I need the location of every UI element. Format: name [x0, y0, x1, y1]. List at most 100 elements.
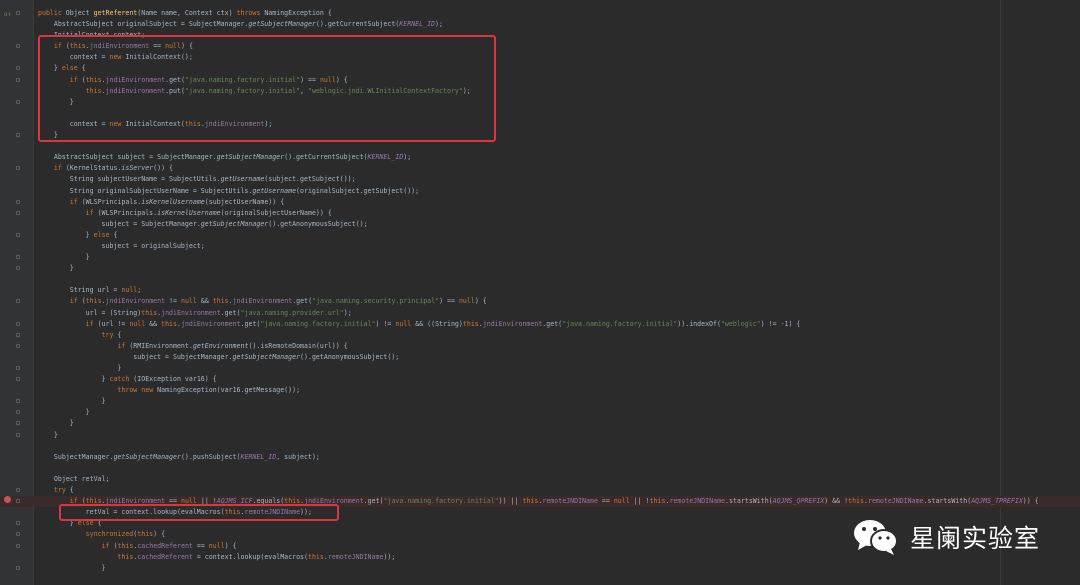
code-editor[interactable]: public Object getReferent(Name name, Con… — [0, 8, 1080, 574]
fold-marker-icon[interactable] — [16, 521, 20, 526]
code-line[interactable]: } catch (IOException var16) { — [0, 374, 1080, 385]
code-line-text: SubjectManager.getSubjectManager().pushS… — [38, 452, 320, 461]
code-line[interactable]: String originalSubjectUserName = Subject… — [0, 186, 1080, 197]
watermark: 星阑实验室 — [852, 515, 1040, 559]
code-line[interactable] — [0, 141, 1080, 152]
fold-marker-icon[interactable] — [16, 366, 20, 370]
code-line[interactable]: if (this.jndiEnvironment != null && this… — [0, 296, 1080, 307]
code-line[interactable] — [0, 274, 1080, 285]
code-line[interactable]: context = new InitialContext(); — [0, 52, 1080, 63]
code-line[interactable]: if (url != null && this.jndiEnvironment.… — [0, 319, 1080, 330]
fold-marker-icon[interactable] — [16, 488, 20, 493]
fold-marker-icon[interactable] — [16, 321, 20, 326]
code-line[interactable]: } — [0, 130, 1080, 141]
code-line-text: String originalSubjectUserName = Subject… — [38, 186, 420, 195]
fold-marker-icon[interactable] — [16, 432, 20, 437]
code-line-text: if (this.jndiEnvironment != null && this… — [69, 297, 487, 306]
code-line[interactable]: AbstractSubject originalSubject = Subjec… — [0, 19, 1080, 30]
code-line-text: if (WLSPrincipals.isKernelUsername(subje… — [69, 197, 285, 206]
fold-marker-icon[interactable] — [16, 499, 20, 504]
code-line[interactable]: String subjectUserName = SubjectUtils.ge… — [0, 174, 1080, 185]
code-line[interactable]: } — [0, 363, 1080, 374]
code-line[interactable]: } else { — [0, 230, 1080, 241]
code-line[interactable]: subject = SubjectManager.getSubjectManag… — [0, 219, 1080, 230]
fold-marker-icon[interactable] — [16, 543, 20, 548]
code-line[interactable]: } else { — [0, 63, 1080, 74]
code-line[interactable]: if (this.jndiEnvironment == null) { — [0, 41, 1080, 52]
code-line[interactable]: try { — [0, 330, 1080, 341]
fold-marker-icon[interactable] — [16, 11, 20, 15]
code-line-text: } else { — [38, 64, 86, 73]
code-line[interactable]: SubjectManager.getSubjectManager().pushS… — [0, 452, 1080, 463]
fold-marker-icon[interactable] — [16, 210, 20, 215]
code-line-text: } — [38, 430, 58, 439]
code-line[interactable]: if (KernelStatus.isServer()) { — [0, 163, 1080, 174]
code-line-text: retVal = context.lookup(evalMacros(this.… — [38, 508, 312, 517]
code-line-text: subject = originalSubject; — [38, 241, 205, 250]
fold-marker-icon[interactable] — [16, 266, 20, 271]
code-line[interactable]: Object retVal; — [0, 474, 1080, 485]
fold-marker-icon[interactable] — [16, 166, 20, 171]
code-line-text: if (this.jndiEnvironment.get("java.namin… — [69, 75, 348, 84]
fold-marker-icon[interactable] — [16, 565, 20, 570]
code-line[interactable]: context = new InitialContext(this.jndiEn… — [0, 119, 1080, 130]
code-line[interactable]: } — [0, 563, 1080, 574]
code-line-text: if (url != null && this.jndiEnvironment.… — [85, 319, 801, 328]
code-line-text: subject = SubjectManager.getSubjectManag… — [38, 219, 368, 228]
fold-marker-icon[interactable] — [16, 343, 20, 348]
code-line[interactable]: } — [0, 97, 1080, 108]
code-line[interactable]: try { — [0, 485, 1080, 496]
fold-marker-icon[interactable] — [16, 99, 20, 104]
code-line-text: } — [38, 131, 58, 140]
code-line[interactable]: } — [0, 263, 1080, 274]
fold-marker-icon[interactable] — [16, 66, 20, 71]
code-line[interactable]: } — [0, 430, 1080, 441]
code-line[interactable]: if (RMIEnvironment.getEnvironment().isRe… — [0, 341, 1080, 352]
code-line[interactable]: } — [0, 418, 1080, 429]
code-line-text: AbstractSubject subject = SubjectManager… — [38, 153, 412, 162]
fold-marker-icon[interactable] — [16, 199, 20, 204]
code-line[interactable]: AbstractSubject subject = SubjectManager… — [0, 152, 1080, 163]
code-line[interactable]: } — [0, 407, 1080, 418]
code-line[interactable]: } — [0, 252, 1080, 263]
code-line[interactable] — [0, 441, 1080, 452]
fold-marker-icon[interactable] — [16, 255, 20, 260]
code-line[interactable]: if (this.jndiEnvironment == null || !AQJ… — [0, 496, 1080, 508]
code-line[interactable]: public Object getReferent(Name name, Con… — [0, 8, 1080, 19]
code-line[interactable] — [0, 463, 1080, 474]
wechat-icon — [854, 520, 898, 555]
code-line-text: } else { — [38, 519, 102, 528]
code-line[interactable]: String url = null; — [0, 285, 1080, 296]
code-line[interactable]: url = (String)this.jndiEnvironment.get("… — [0, 308, 1080, 319]
fold-marker-icon[interactable] — [16, 377, 20, 382]
code-line[interactable]: InitialContext context; — [0, 30, 1080, 41]
code-line-text: if (this.jndiEnvironment == null || !AQJ… — [69, 497, 1039, 506]
code-line-text: } else { — [38, 230, 118, 239]
code-line[interactable]: this.jndiEnvironment.put("java.naming.fa… — [0, 86, 1080, 97]
code-line-text: InitialContext context; — [38, 31, 146, 40]
breakpoint-icon[interactable] — [4, 496, 11, 503]
code-line[interactable]: } — [0, 396, 1080, 407]
code-line[interactable]: if (WLSPrincipals.isKernelUsername(subje… — [0, 197, 1080, 208]
fold-marker-icon[interactable] — [16, 421, 20, 426]
fold-marker-icon[interactable] — [16, 399, 20, 404]
code-line-text: String subjectUserName = SubjectUtils.ge… — [38, 175, 356, 184]
code-line[interactable]: throw new NamingException(var16.getMessa… — [0, 385, 1080, 396]
code-line-text: if (RMIEnvironment.getEnvironment().isRe… — [117, 341, 348, 350]
code-line-text: if (WLSPrincipals.isKernelUsername(origi… — [85, 208, 332, 217]
code-line[interactable] — [0, 108, 1080, 119]
fold-marker-icon[interactable] — [16, 532, 20, 537]
code-line[interactable]: if (WLSPrincipals.isKernelUsername(origi… — [0, 208, 1080, 219]
code-line[interactable]: subject = originalSubject; — [0, 241, 1080, 252]
fold-marker-icon[interactable] — [16, 299, 20, 304]
fold-marker-icon[interactable] — [16, 232, 20, 237]
fold-marker-icon[interactable] — [16, 133, 20, 138]
fold-marker-icon[interactable] — [16, 44, 20, 49]
fold-marker-icon[interactable] — [16, 77, 20, 82]
fold-marker-icon[interactable] — [16, 332, 20, 337]
code-line[interactable]: if (this.jndiEnvironment.get("java.namin… — [0, 75, 1080, 86]
code-line[interactable]: subject = SubjectManager.getSubjectManag… — [0, 352, 1080, 363]
code-line-text: try { — [101, 330, 122, 339]
fold-marker-icon[interactable] — [16, 410, 20, 415]
code-line-text: } — [38, 364, 122, 372]
